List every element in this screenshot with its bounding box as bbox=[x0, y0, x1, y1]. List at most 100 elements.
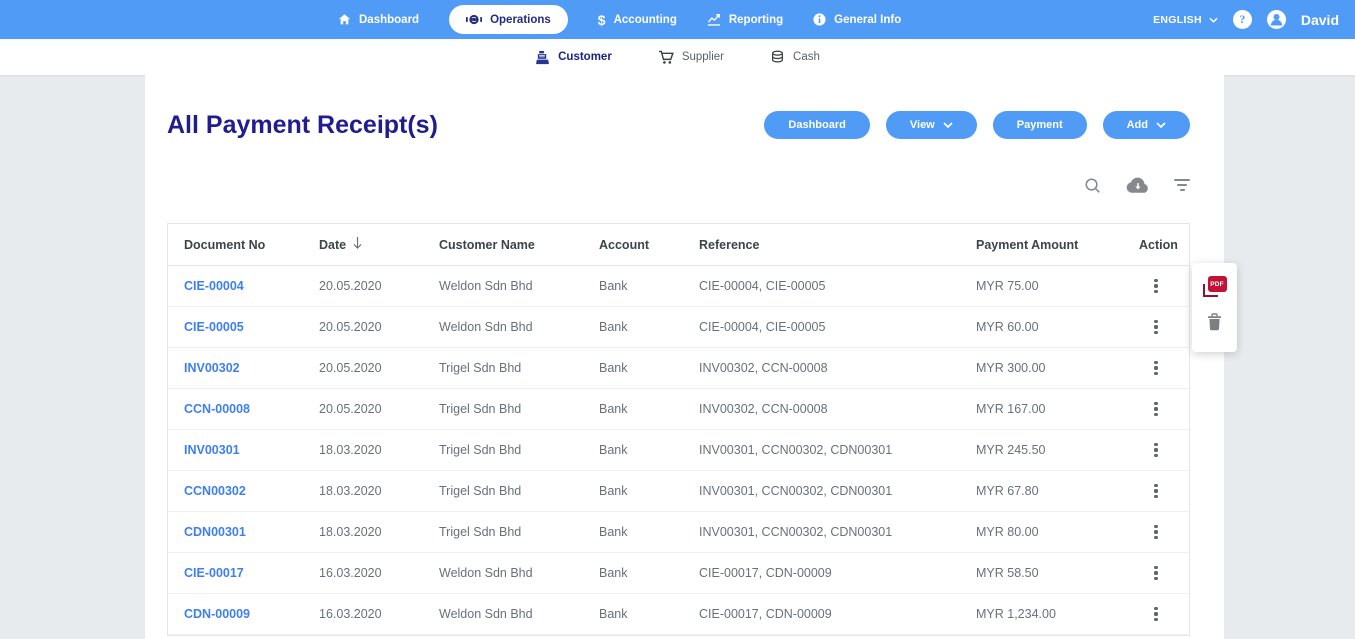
document-no-link[interactable]: CDN-00009 bbox=[184, 607, 250, 621]
reference-cell: INV00302, CCN-00008 bbox=[683, 361, 960, 375]
view-dropdown-button[interactable]: View bbox=[886, 111, 977, 139]
table-body: CIE-0000420.05.2020Weldon Sdn BhdBankCIE… bbox=[168, 266, 1189, 635]
date-cell: 20.05.2020 bbox=[303, 320, 423, 334]
main-nav: Dashboard Operations $ Accounting bbox=[338, 0, 901, 39]
account-cell: Bank bbox=[583, 525, 683, 539]
subnav-item-customer[interactable]: Customer bbox=[535, 50, 612, 65]
document-no-cell: INV00302 bbox=[168, 361, 303, 375]
row-actions-kebab-icon[interactable] bbox=[1146, 438, 1165, 463]
action-cell bbox=[1123, 520, 1189, 545]
action-cell bbox=[1123, 315, 1189, 340]
row-actions-kebab-icon[interactable] bbox=[1146, 274, 1165, 299]
action-cell bbox=[1123, 274, 1189, 299]
nav-item-reporting[interactable]: Reporting bbox=[707, 13, 783, 26]
document-no-link[interactable]: CIE-00004 bbox=[184, 279, 244, 293]
reference-cell: CIE-00004, CIE-00005 bbox=[683, 320, 960, 334]
payment-button[interactable]: Payment bbox=[993, 111, 1087, 139]
document-no-link[interactable]: CCN-00008 bbox=[184, 402, 250, 416]
subnav-label: Cash bbox=[793, 51, 820, 63]
document-no-cell: CDN-00009 bbox=[168, 607, 303, 621]
subnav-item-cash[interactable]: Cash bbox=[770, 50, 820, 65]
nav-item-dashboard[interactable]: Dashboard bbox=[338, 13, 419, 26]
subnav-label: Supplier bbox=[682, 51, 724, 63]
document-no-link[interactable]: INV00302 bbox=[184, 361, 240, 375]
document-no-link[interactable]: CIE-00005 bbox=[184, 320, 244, 334]
row-actions-kebab-icon[interactable] bbox=[1146, 397, 1165, 422]
cash-register-icon bbox=[535, 50, 550, 65]
document-no-cell: CIE-00017 bbox=[168, 566, 303, 580]
column-header-date[interactable]: Date bbox=[303, 236, 423, 253]
home-icon bbox=[338, 13, 351, 26]
language-selector[interactable]: ENGLISH bbox=[1153, 14, 1218, 26]
reference-cell: INV00301, CCN00302, CDN00301 bbox=[683, 443, 960, 457]
cloud-download-icon[interactable] bbox=[1125, 177, 1150, 194]
row-actions-kebab-icon[interactable] bbox=[1146, 602, 1165, 627]
column-header-customer-name[interactable]: Customer Name bbox=[423, 238, 583, 252]
table-row: CIE-0001716.03.2020Weldon Sdn BhdBankCIE… bbox=[168, 553, 1189, 594]
account-cell: Bank bbox=[583, 566, 683, 580]
column-header-reference[interactable]: Reference bbox=[683, 238, 960, 252]
nav-item-operations[interactable]: Operations bbox=[449, 5, 568, 34]
subnav-item-supplier[interactable]: Supplier bbox=[658, 50, 724, 65]
date-cell: 20.05.2020 bbox=[303, 402, 423, 416]
button-label: Dashboard bbox=[788, 119, 845, 131]
customer-name-cell: Trigel Sdn Bhd bbox=[423, 361, 583, 375]
row-actions-kebab-icon[interactable] bbox=[1146, 315, 1165, 340]
chevron-down-icon bbox=[943, 119, 953, 131]
customer-name-cell: Trigel Sdn Bhd bbox=[423, 402, 583, 416]
payment-amount-cell: MYR 167.00 bbox=[960, 402, 1123, 416]
sort-desc-icon bbox=[352, 236, 363, 253]
dashboard-button[interactable]: Dashboard bbox=[764, 111, 869, 139]
action-cell bbox=[1123, 479, 1189, 504]
account-cell: Bank bbox=[583, 484, 683, 498]
reference-cell: INV00301, CCN00302, CDN00301 bbox=[683, 525, 960, 539]
document-no-cell: INV00301 bbox=[168, 443, 303, 457]
column-header-action: Action bbox=[1123, 238, 1189, 252]
button-label: View bbox=[910, 119, 935, 131]
row-actions-kebab-icon[interactable] bbox=[1146, 520, 1165, 545]
payment-amount-cell: MYR 60.00 bbox=[960, 320, 1123, 334]
row-actions-kebab-icon[interactable] bbox=[1146, 479, 1165, 504]
top-navigation-bar: Dashboard Operations $ Accounting bbox=[0, 0, 1355, 39]
table-row: CDN-0000916.03.2020Weldon Sdn BhdBankCIE… bbox=[168, 594, 1189, 635]
document-no-link[interactable]: CCN00302 bbox=[184, 484, 246, 498]
column-header-account[interactable]: Account bbox=[583, 238, 683, 252]
filter-icon[interactable] bbox=[1174, 179, 1190, 191]
column-label: Date bbox=[319, 238, 346, 252]
dollar-icon: $ bbox=[598, 13, 606, 27]
nav-item-general-info[interactable]: General Info bbox=[813, 13, 901, 26]
row-actions-kebab-icon[interactable] bbox=[1146, 356, 1165, 381]
pdf-icon[interactable]: PDF bbox=[1203, 276, 1227, 297]
customer-name-cell: Trigel Sdn Bhd bbox=[423, 484, 583, 498]
nav-label: Reporting bbox=[729, 14, 783, 26]
search-icon[interactable] bbox=[1084, 177, 1101, 194]
payment-amount-cell: MYR 75.00 bbox=[960, 279, 1123, 293]
reference-cell: CIE-00017, CDN-00009 bbox=[683, 566, 960, 580]
pdf-icon-label: PDF bbox=[1208, 276, 1227, 292]
account-cell: Bank bbox=[583, 607, 683, 621]
customer-name-cell: Weldon Sdn Bhd bbox=[423, 607, 583, 621]
user-avatar-icon[interactable] bbox=[1267, 10, 1286, 29]
button-label: Add bbox=[1127, 119, 1148, 131]
nav-label: Operations bbox=[490, 14, 551, 26]
cart-icon bbox=[658, 50, 674, 65]
help-icon[interactable]: ? bbox=[1233, 10, 1252, 29]
customer-name-cell: Weldon Sdn Bhd bbox=[423, 320, 583, 334]
row-actions-kebab-icon[interactable] bbox=[1146, 561, 1165, 586]
document-no-link[interactable]: CIE-00017 bbox=[184, 566, 244, 580]
user-name[interactable]: David bbox=[1301, 12, 1339, 28]
account-cell: Bank bbox=[583, 279, 683, 293]
table-row: INV0030220.05.2020Trigel Sdn BhdBankINV0… bbox=[168, 348, 1189, 389]
add-dropdown-button[interactable]: Add bbox=[1103, 111, 1190, 139]
document-no-link[interactable]: INV00301 bbox=[184, 443, 240, 457]
account-cell: Bank bbox=[583, 320, 683, 334]
trash-icon[interactable] bbox=[1206, 312, 1223, 331]
date-cell: 20.05.2020 bbox=[303, 279, 423, 293]
button-label: Payment bbox=[1017, 119, 1063, 131]
document-no-link[interactable]: CDN00301 bbox=[184, 525, 246, 539]
action-cell bbox=[1123, 561, 1189, 586]
column-header-document-no[interactable]: Document No bbox=[168, 238, 303, 252]
column-header-payment-amount[interactable]: Payment Amount bbox=[960, 238, 1123, 252]
customer-name-cell: Weldon Sdn Bhd bbox=[423, 279, 583, 293]
nav-item-accounting[interactable]: $ Accounting bbox=[598, 13, 677, 27]
